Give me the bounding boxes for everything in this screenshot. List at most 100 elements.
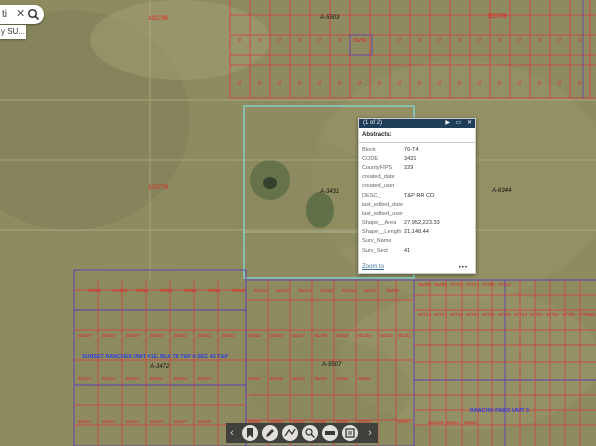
grid-parcel-id: 57714 bbox=[466, 282, 479, 287]
grid-parcel-id: 56252 bbox=[358, 376, 371, 381]
field-value bbox=[404, 173, 440, 182]
grid-parcel-id: 60429 bbox=[126, 333, 139, 338]
grid-parcel-id: 60432 bbox=[198, 333, 211, 338]
field-value: 3431 bbox=[404, 155, 417, 162]
search-box[interactable]: ti ✕ bbox=[0, 5, 44, 24]
parcel-id: 0 bbox=[558, 81, 561, 87]
parcel-id: 103786 bbox=[487, 14, 508, 20]
field-name: last_edited_date bbox=[362, 201, 404, 208]
parcel-id: 56296 bbox=[353, 38, 367, 44]
grid-parcel-id: 60438 bbox=[270, 376, 283, 381]
block-label: A-3431 bbox=[319, 189, 339, 195]
field-value: 27,952,223.33 bbox=[404, 220, 440, 227]
parcel-id: 0 bbox=[538, 81, 541, 87]
grid-parcel-id: 56254 bbox=[102, 419, 115, 424]
grid-parcel-id: 60440 bbox=[174, 376, 187, 381]
zoom-to-link[interactable]: Zoom to bbox=[362, 264, 384, 270]
field-value bbox=[404, 237, 440, 246]
grid-parcel-id: 56246 bbox=[292, 376, 305, 381]
grid-parcel-id: 56257 bbox=[398, 419, 411, 424]
grid-parcel-id: 56242 bbox=[380, 333, 393, 338]
grid-parcel-id: 56241 bbox=[398, 333, 411, 338]
popup-field-row: Surv_Sect 41 bbox=[362, 246, 440, 255]
toolbar-prev-button[interactable]: ‹ bbox=[228, 425, 236, 441]
grid-parcel-id: 60422 bbox=[184, 288, 197, 293]
grid-parcel-id: 57715 bbox=[482, 282, 495, 287]
block-label: A-5507 bbox=[321, 362, 342, 368]
subdivision-label: RANCHO PABO UNIT 3 bbox=[470, 408, 529, 414]
popup-field-row: CODE 3431 bbox=[362, 154, 440, 163]
grid-parcel-id: 57713 bbox=[418, 312, 431, 317]
grid-parcel-id: 56239 bbox=[78, 333, 91, 338]
parcel-id: 0 bbox=[238, 38, 241, 44]
parcel-id: 0 bbox=[418, 81, 421, 87]
field-value: T&P RR CO bbox=[404, 192, 435, 199]
grid-parcel-id: 60445 bbox=[150, 419, 163, 424]
layers-icon[interactable] bbox=[342, 425, 358, 441]
close-icon[interactable]: ✕ bbox=[467, 120, 472, 126]
grid-parcel-id: 103326 bbox=[428, 420, 444, 425]
grid-parcel-id: 56256 bbox=[418, 282, 431, 287]
draw-icon[interactable] bbox=[262, 425, 278, 441]
parcel-id: 0 bbox=[578, 38, 581, 44]
grid-parcel-id: 60434 bbox=[248, 333, 261, 338]
field-value: 41 bbox=[404, 247, 411, 254]
grid-parcel-id: 60424 bbox=[446, 420, 459, 425]
parcel-id: 0 bbox=[398, 38, 401, 44]
popup-field-row: Block 76-T4 bbox=[362, 145, 440, 154]
parcel-id: 0 bbox=[278, 81, 281, 87]
bookmark-icon[interactable] bbox=[242, 425, 258, 441]
parcel-id: 0 bbox=[478, 81, 481, 87]
grid-parcel-id: 56243 bbox=[78, 376, 91, 381]
grid-parcel-id: 56237 bbox=[292, 333, 305, 338]
field-name: Surv_Name bbox=[362, 238, 392, 245]
search-suggestion[interactable]: y SU... bbox=[0, 25, 26, 39]
grid-parcel-id: 57712 bbox=[498, 282, 511, 287]
popup-field-row: Shape__Area 27,952,223.33 bbox=[362, 219, 440, 228]
grid-parcel-id: 57733 bbox=[530, 312, 543, 317]
field-name: CountyFIPS bbox=[362, 164, 393, 171]
grid-parcel-id: 60448 bbox=[198, 419, 211, 424]
parcel-id: 0 bbox=[518, 38, 521, 44]
measure-icon[interactable] bbox=[282, 425, 298, 441]
popup-field-row: Shape__Length 21,148.44 bbox=[362, 228, 440, 237]
field-value bbox=[404, 209, 440, 218]
parcel-id: 0 bbox=[438, 81, 441, 87]
parcel-id: 0 bbox=[438, 38, 441, 44]
parcel-id: 103786 bbox=[148, 16, 169, 22]
search-input[interactable]: ti bbox=[2, 5, 7, 24]
parcel-id: 0 bbox=[498, 38, 501, 44]
toolbar-next-button[interactable]: › bbox=[366, 425, 374, 441]
query-icon[interactable] bbox=[302, 425, 318, 441]
subdivision-label: SUNSET RANCHES UNIT #1E, BLK 76 T&P #-SE… bbox=[82, 354, 228, 360]
popup-field-row: created_user bbox=[362, 182, 440, 191]
legend-icon[interactable] bbox=[322, 425, 338, 441]
parcel-id: 0 bbox=[278, 38, 281, 44]
grid-parcel-id: 57734 bbox=[514, 312, 527, 317]
popup-header: (1 of 2) ▶ ▭ ✕ bbox=[359, 119, 475, 128]
grid-parcel-id: 57738 bbox=[450, 312, 463, 317]
grid-parcel-id: 56234 bbox=[298, 288, 311, 293]
parcel-id: 0 bbox=[378, 81, 381, 87]
grid-parcel-id: 57754 bbox=[546, 312, 559, 317]
close-icon[interactable]: ✕ bbox=[16, 5, 25, 24]
popup-field-row: last_edited_date bbox=[362, 200, 440, 209]
grid-parcel-id: 60421 bbox=[208, 288, 221, 293]
map-view[interactable]: A-5503 A-3431 A-6344 A-5507 A-3472 10378… bbox=[0, 0, 596, 446]
search-icon[interactable] bbox=[27, 8, 40, 21]
grid-parcel-id: 56244 bbox=[358, 333, 371, 338]
field-name: last_edited_user bbox=[362, 210, 404, 217]
parcel-id: 0 bbox=[338, 38, 341, 44]
more-options-icon[interactable]: ••• bbox=[459, 265, 468, 271]
grid-parcel-id: 56237 bbox=[364, 288, 377, 293]
block-label: A-6344 bbox=[491, 188, 512, 194]
next-feature-icon[interactable]: ▶ bbox=[445, 120, 450, 126]
popup-fields: Block 76-T4 CODE 3431 CountyFIPS 229 created_d… bbox=[362, 145, 440, 255]
grid-parcel-id: 56251 bbox=[336, 376, 349, 381]
grid-parcel-id: 60444 bbox=[126, 419, 139, 424]
grid-parcel-id: 60436 bbox=[270, 333, 283, 338]
field-name: Surv_Sect bbox=[362, 247, 388, 254]
grid-parcel-id: 60437 bbox=[248, 376, 261, 381]
parcel-id: 0 bbox=[298, 81, 301, 87]
dock-icon[interactable]: ▭ bbox=[456, 120, 462, 126]
